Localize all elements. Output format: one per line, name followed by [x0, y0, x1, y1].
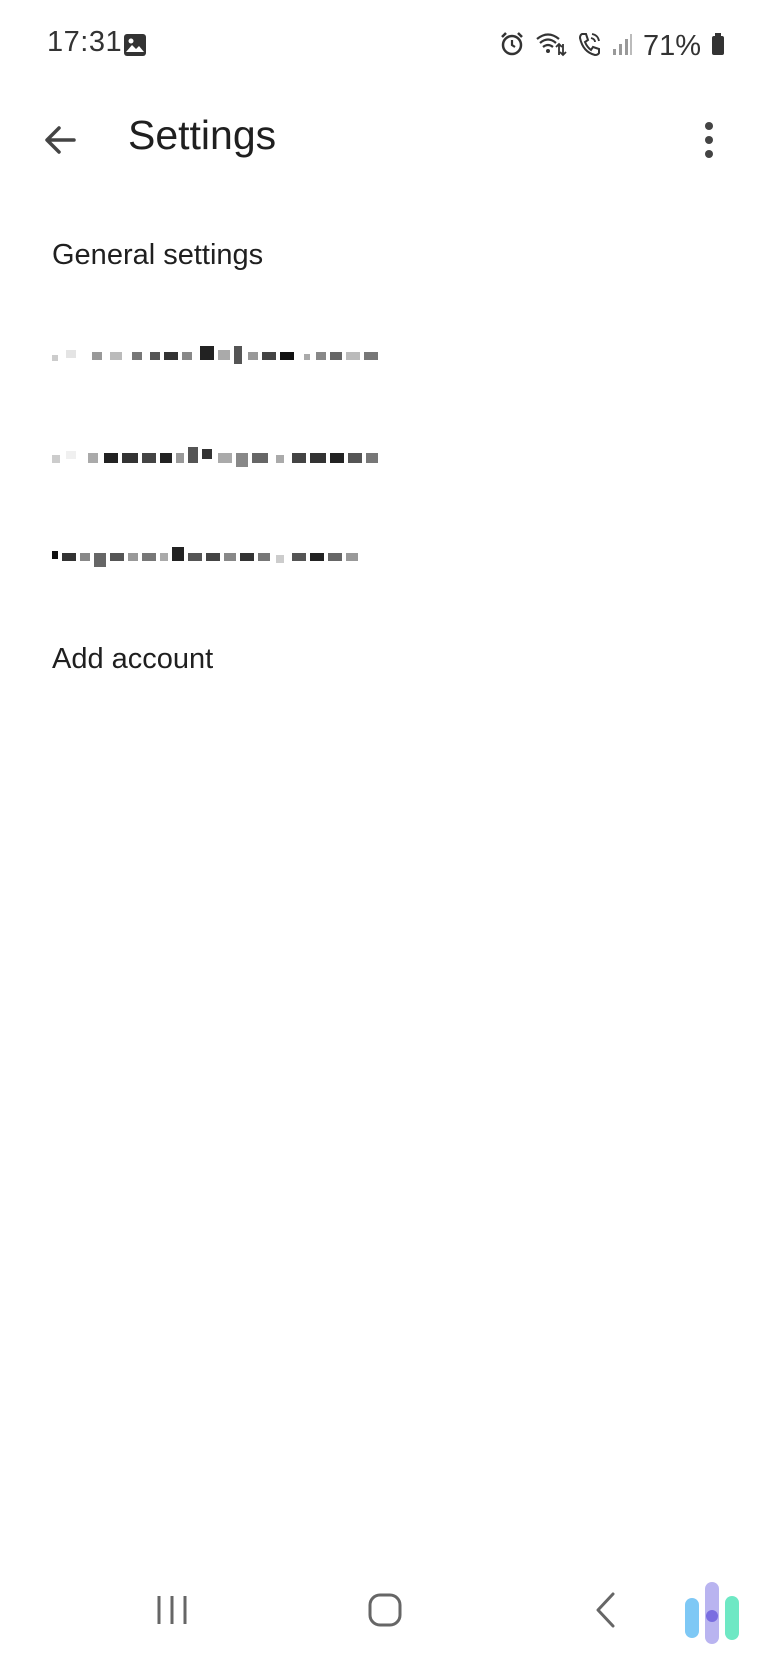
general-settings-item[interactable]: General settings — [0, 205, 767, 306]
system-back-button[interactable] — [582, 1586, 630, 1634]
home-button[interactable] — [361, 1586, 409, 1634]
status-bar: 17:31 71% — [0, 0, 767, 90]
account-item-3[interactable] — [0, 508, 767, 609]
watermark-logo — [683, 1578, 745, 1653]
signal-icon — [611, 31, 633, 62]
account-item-1[interactable] — [0, 306, 767, 407]
recents-icon — [157, 1596, 187, 1624]
alarm-icon — [499, 31, 525, 62]
system-nav-bar — [0, 1570, 767, 1661]
more-vert-icon — [705, 122, 713, 158]
redacted-account-email — [52, 447, 382, 467]
recents-button[interactable] — [148, 1586, 196, 1634]
general-settings-label: General settings — [52, 239, 264, 271]
add-account-label: Add account — [52, 643, 214, 675]
redacted-account-email — [52, 547, 362, 568]
status-time: 17:31 — [47, 26, 123, 58]
page-title: Settings — [128, 112, 277, 158]
wifi-calling-icon — [535, 31, 567, 62]
back-button[interactable] — [30, 110, 90, 170]
status-icons: 71% — [499, 26, 725, 66]
settings-list: General settings Add account — [0, 205, 767, 710]
call-icon — [577, 31, 601, 62]
arrow-back-icon — [45, 126, 76, 154]
app-bar: Settings — [0, 90, 767, 190]
more-options-button[interactable] — [679, 110, 739, 170]
home-icon — [368, 1593, 402, 1627]
back-icon — [596, 1592, 615, 1628]
add-account-item[interactable]: Add account — [0, 609, 767, 710]
account-item-2[interactable] — [0, 407, 767, 508]
gallery-icon — [123, 33, 147, 62]
battery-icon — [711, 31, 725, 62]
redacted-account-email — [52, 346, 382, 366]
battery-percentage: 71% — [642, 29, 701, 62]
